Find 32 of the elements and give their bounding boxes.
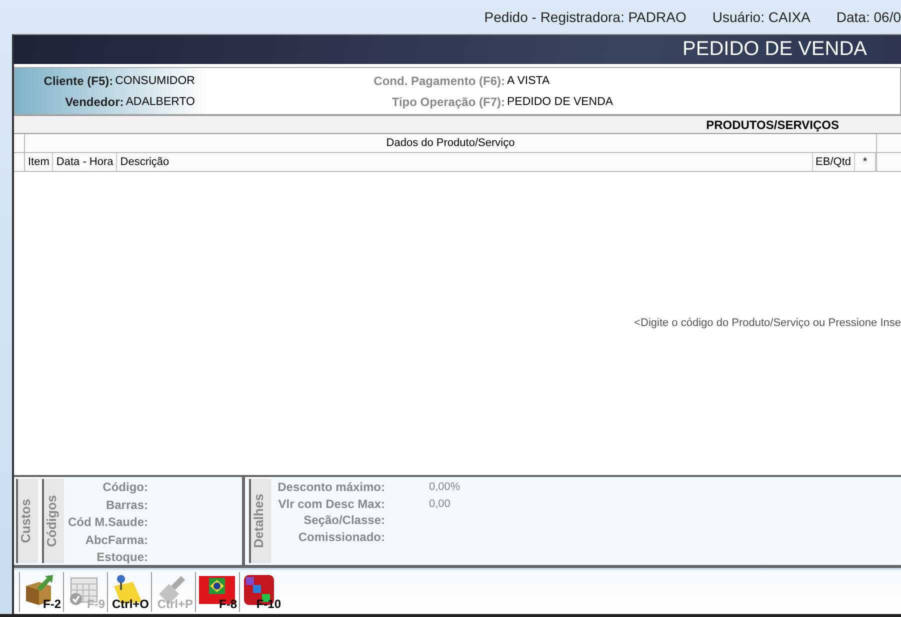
column-header[interactable]: Data - Hora	[53, 153, 118, 171]
field-label: Vlr com Desc Max:	[277, 496, 385, 512]
field-label: Cliente (F5):	[44, 74, 114, 88]
field-value: 0,00%	[429, 480, 460, 495]
title-bar-text: Usuário: CAIXA	[712, 9, 810, 25]
field-label: Tipo Operação (F7):	[390, 94, 505, 108]
section-title: PRODUTOS/SERVIÇOS	[706, 118, 839, 132]
column-group-header: Dados do Produto/Serviço	[385, 137, 516, 149]
column-header[interactable]: Descrição	[117, 153, 813, 171]
field-label: Estoque:	[96, 549, 148, 566]
column-header[interactable]: *	[855, 153, 876, 171]
hint-text: <Digite o código do Produto/Serviço ou Pressione Inse	[634, 317, 901, 329]
field-label: Código:	[102, 479, 148, 496]
field-label: Barras:	[104, 496, 148, 514]
field-value: 0,00	[429, 496, 450, 512]
field-value: A VISTA	[507, 74, 550, 86]
field-value: PEDIDO DE VENDA	[507, 96, 614, 108]
column-header[interactable]: EB/Qtd	[812, 153, 855, 171]
field-value: ADALBERTO	[126, 96, 195, 108]
field-label: Cond. Pagamento (F6):	[372, 74, 505, 88]
field-label: Cód M.Saude:	[67, 514, 148, 531]
title-bar-text: Pedido - Registradora: PADRAO	[484, 9, 686, 25]
title-bar-text: Data: 06/0	[836, 9, 901, 25]
toolbar-button[interactable]: F-2	[19, 572, 63, 612]
field-label: AbcFarma:	[84, 532, 148, 548]
page-title: PEDIDO DE VENDA	[682, 38, 867, 61]
field-value: CONSUMIDOR	[115, 74, 195, 86]
field-label: Seção/Classe:	[302, 512, 385, 528]
column-header[interactable]: Item	[25, 153, 54, 171]
field-label: Vendedor:	[65, 94, 124, 108]
field-label: Desconto máximo:	[277, 479, 385, 496]
field-label: Comissionado:	[297, 528, 385, 545]
